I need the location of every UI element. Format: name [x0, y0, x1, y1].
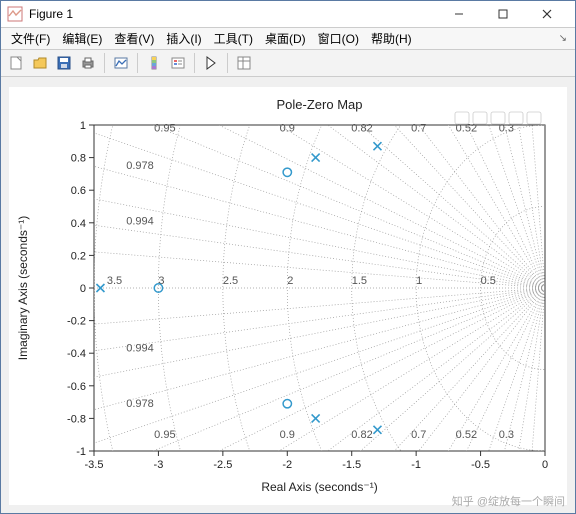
svg-text:1: 1 [416, 275, 422, 287]
menu-desktop[interactable]: 桌面(D) [259, 28, 312, 49]
svg-text:0.4: 0.4 [71, 218, 86, 230]
property-editor-button[interactable] [233, 52, 255, 74]
menu-window[interactable]: 窗口(O) [312, 28, 365, 49]
app-icon [7, 6, 23, 22]
svg-text:0.9: 0.9 [280, 429, 295, 441]
svg-text:Imaginary Axis (seconds⁻¹): Imaginary Axis (seconds⁻¹) [16, 216, 30, 360]
link-plot-button[interactable] [110, 52, 132, 74]
minimize-button[interactable] [437, 1, 481, 27]
svg-text:-0.2: -0.2 [67, 316, 86, 328]
svg-text:2: 2 [287, 275, 293, 287]
toolbar [1, 50, 575, 77]
insert-colorbar-button[interactable] [143, 52, 165, 74]
svg-text:Pole-Zero Map: Pole-Zero Map [277, 97, 363, 112]
maximize-button[interactable] [481, 1, 525, 27]
watermark: 知乎 @绽放每一个瞬间 [452, 493, 565, 509]
svg-text:-0.4: -0.4 [67, 348, 86, 360]
svg-text:-0.5: -0.5 [471, 459, 490, 471]
titlebar: Figure 1 [1, 1, 575, 28]
svg-text:0.2: 0.2 [71, 250, 86, 262]
svg-text:3.5: 3.5 [107, 275, 122, 287]
svg-text:0: 0 [80, 283, 86, 295]
svg-text:2.5: 2.5 [223, 275, 238, 287]
svg-text:0.52: 0.52 [456, 429, 477, 441]
toolbar-separator [194, 53, 195, 73]
menu-help[interactable]: 帮助(H) [365, 28, 418, 49]
toolbar-separator [137, 53, 138, 73]
menu-insert[interactable]: 插入(I) [160, 28, 207, 49]
print-button[interactable] [77, 52, 99, 74]
svg-text:-1: -1 [411, 459, 421, 471]
svg-text:0.7: 0.7 [411, 429, 426, 441]
dock-icon[interactable]: ↘ [555, 33, 571, 44]
svg-text:1.5: 1.5 [352, 275, 367, 287]
toolbar-separator [227, 53, 228, 73]
edit-plot-button[interactable] [200, 52, 222, 74]
svg-text:0.9: 0.9 [280, 123, 295, 135]
svg-text:Real Axis (seconds⁻¹): Real Axis (seconds⁻¹) [261, 480, 377, 494]
window-buttons [437, 1, 569, 27]
menu-view[interactable]: 查看(V) [108, 28, 160, 49]
open-button[interactable] [29, 52, 51, 74]
svg-text:0.8: 0.8 [71, 153, 86, 165]
svg-text:0.95: 0.95 [154, 123, 175, 135]
svg-text:0.978: 0.978 [126, 160, 154, 172]
window-title: Figure 1 [29, 7, 437, 21]
svg-text:-1: -1 [76, 446, 86, 458]
pzmap-chart[interactable]: Pole-Zero Map0.950.90.820.70.520.30.950.… [9, 87, 565, 505]
new-figure-button[interactable] [5, 52, 27, 74]
svg-text:0.7: 0.7 [411, 123, 426, 135]
svg-text:-1.5: -1.5 [342, 459, 361, 471]
menu-edit[interactable]: 编辑(E) [56, 28, 108, 49]
menubar: 文件(F) 编辑(E) 查看(V) 插入(I) 工具(T) 桌面(D) 窗口(O… [1, 28, 575, 50]
svg-text:0.5: 0.5 [481, 275, 496, 287]
plot-frame[interactable]: Pole-Zero Map0.950.90.820.70.520.30.950.… [9, 87, 567, 505]
svg-text:0.3: 0.3 [499, 429, 514, 441]
svg-text:-3.5: -3.5 [85, 459, 104, 471]
svg-text:0.978: 0.978 [126, 398, 154, 410]
svg-text:0.6: 0.6 [71, 185, 86, 197]
svg-text:0.82: 0.82 [351, 429, 372, 441]
svg-text:-0.6: -0.6 [67, 381, 86, 393]
svg-text:-2.5: -2.5 [213, 459, 232, 471]
toolbar-separator [104, 53, 105, 73]
svg-text:-0.8: -0.8 [67, 413, 86, 425]
menu-tools[interactable]: 工具(T) [208, 28, 259, 49]
figure-window: Figure 1 文件(F) 编辑(E) 查看(V) 插入(I) 工具(T) 桌… [0, 0, 576, 514]
svg-text:0.994: 0.994 [126, 343, 154, 355]
svg-text:-3: -3 [154, 459, 164, 471]
close-button[interactable] [525, 1, 569, 27]
svg-text:1: 1 [80, 120, 86, 132]
svg-text:-2: -2 [282, 459, 292, 471]
save-button[interactable] [53, 52, 75, 74]
menu-file[interactable]: 文件(F) [5, 28, 56, 49]
insert-legend-button[interactable] [167, 52, 189, 74]
svg-text:0.994: 0.994 [126, 215, 154, 227]
svg-text:0.95: 0.95 [154, 429, 175, 441]
plot-area: Pole-Zero Map0.950.90.820.70.520.30.950.… [1, 77, 575, 513]
svg-text:0: 0 [542, 459, 548, 471]
svg-text:0.82: 0.82 [351, 123, 372, 135]
